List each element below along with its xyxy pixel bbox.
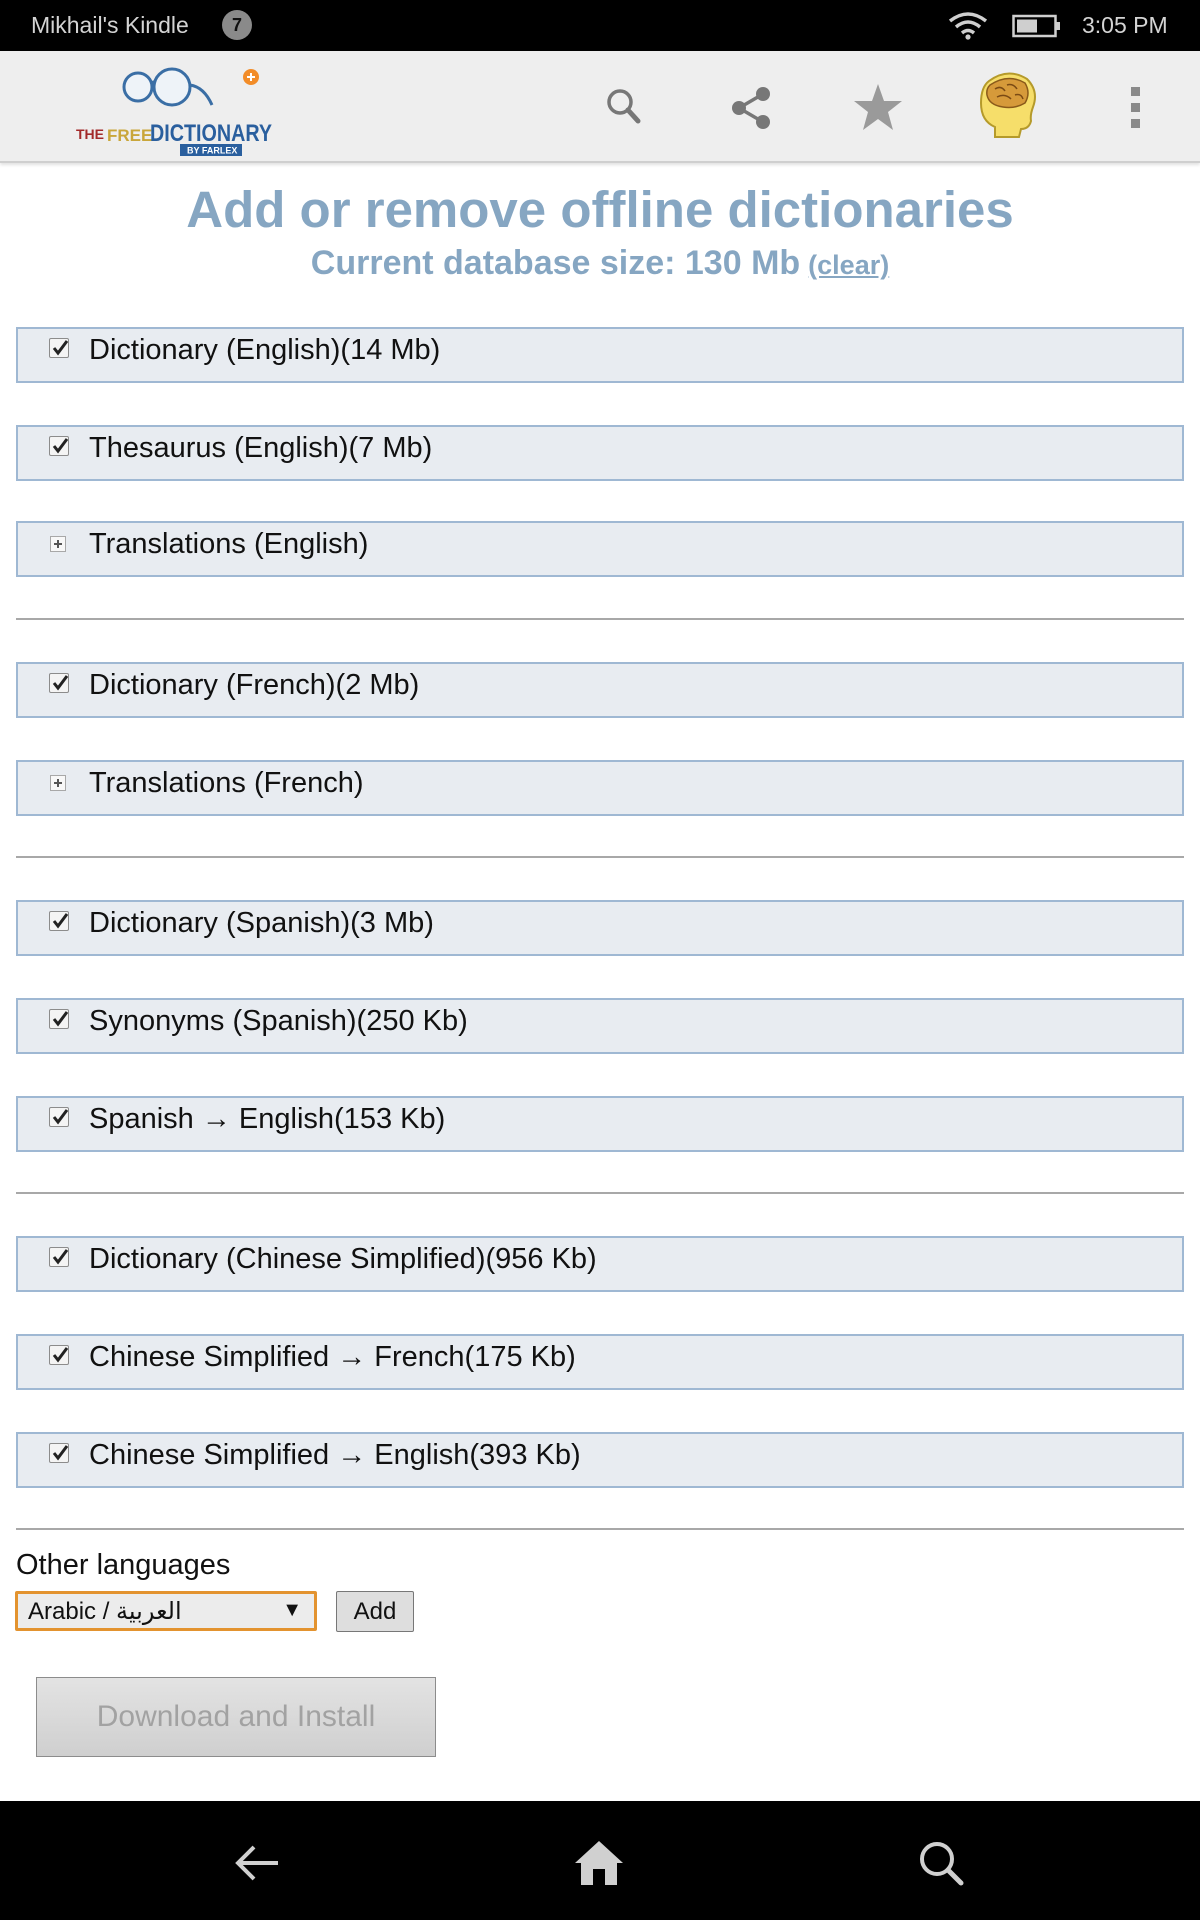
- dictionary-row[interactable]: Translations (English): [16, 521, 1184, 577]
- dropdown-arrow-icon: ▼: [282, 1599, 302, 1621]
- logo-text-the: THE: [76, 126, 104, 142]
- divider: [16, 1528, 1184, 1530]
- download-install-button[interactable]: Download and Install: [36, 1677, 436, 1757]
- checkbox[interactable]: [49, 436, 69, 456]
- divider: [16, 1192, 1184, 1194]
- wifi-icon: [948, 12, 988, 40]
- dictionary-row[interactable]: Thesaurus (English)(7 Mb): [16, 425, 1184, 481]
- home-icon[interactable]: [571, 1837, 627, 1889]
- row-label: Synonyms (Spanish)(250 Kb): [89, 1005, 468, 1037]
- page-title: Add or remove offline dictionaries: [186, 181, 1014, 238]
- page: Mikhail's Kindle 7 3:05 PM THE FREE DICT…: [0, 0, 1200, 1920]
- row-label: Thesaurus (English)(7 Mb): [89, 432, 433, 464]
- row-label: Translations (English): [89, 528, 369, 560]
- star-icon[interactable]: [848, 77, 908, 137]
- language-select[interactable]: Arabic / العربية ▼: [15, 1591, 317, 1631]
- app-toolbar: THE FREE DICTIONARY BY FARLEX: [0, 51, 1200, 163]
- row-label: Spanish → English(153 Kb): [89, 1103, 446, 1135]
- more-icon[interactable]: [1120, 77, 1150, 137]
- row-label: Chinese Simplified → English(393 Kb): [89, 1439, 581, 1471]
- dictionary-row[interactable]: Spanish → English(153 Kb): [16, 1096, 1184, 1152]
- checkbox[interactable]: [49, 1247, 69, 1267]
- dictionary-row[interactable]: Chinese Simplified → English(393 Kb): [16, 1432, 1184, 1488]
- thefreedictionary-logo[interactable]: THE FREE DICTIONARY BY FARLEX: [76, 61, 276, 156]
- checkbox[interactable]: [49, 1009, 69, 1029]
- status-bar: Mikhail's Kindle 7 3:05 PM: [0, 0, 1200, 51]
- database-size: Current database size: 130 Mb (clear): [0, 244, 1200, 283]
- divider: [16, 618, 1184, 620]
- search-icon[interactable]: [913, 1837, 969, 1889]
- notification-count-badge[interactable]: 7: [222, 10, 252, 40]
- language-select-value: Arabic / العربية: [28, 1598, 182, 1625]
- database-size-text: Current database size: 130 Mb: [310, 244, 801, 282]
- dictionary-row[interactable]: Chinese Simplified → French(175 Kb): [16, 1334, 1184, 1390]
- row-label: Dictionary (English)(14 Mb): [89, 334, 441, 366]
- expand-icon[interactable]: [50, 536, 66, 552]
- share-icon[interactable]: [721, 77, 781, 137]
- row-label: Dictionary (Chinese Simplified)(956 Kb): [89, 1243, 597, 1275]
- row-label: Chinese Simplified → French(175 Kb): [89, 1341, 576, 1373]
- brain-icon[interactable]: [975, 71, 1041, 141]
- add-language-button[interactable]: Add: [336, 1591, 414, 1632]
- clear-link[interactable]: (clear): [808, 250, 889, 280]
- logo-text-free: FREE: [107, 126, 152, 145]
- dictionary-row[interactable]: Dictionary (Chinese Simplified)(956 Kb): [16, 1236, 1184, 1292]
- dictionary-row[interactable]: Dictionary (English)(14 Mb): [16, 327, 1184, 383]
- checkbox[interactable]: [49, 673, 69, 693]
- checkbox[interactable]: [49, 1107, 69, 1127]
- checkbox[interactable]: [49, 911, 69, 931]
- checkbox[interactable]: [49, 1443, 69, 1463]
- status-time: 3:05 PM: [1082, 12, 1168, 38]
- dictionary-row[interactable]: Synonyms (Spanish)(250 Kb): [16, 998, 1184, 1054]
- navigation-bar: [0, 1801, 1200, 1920]
- row-label: Dictionary (French)(2 Mb): [89, 669, 420, 701]
- search-icon[interactable]: [594, 77, 654, 137]
- other-languages-label: Other languages: [16, 1549, 231, 1581]
- logo-text-farlex: BY FARLEX: [187, 146, 237, 156]
- device-name: Mikhail's Kindle: [31, 12, 189, 38]
- checkbox[interactable]: [49, 1345, 69, 1365]
- dictionary-row[interactable]: Translations (French): [16, 760, 1184, 816]
- dictionary-row[interactable]: Dictionary (French)(2 Mb): [16, 662, 1184, 718]
- checkbox[interactable]: [49, 338, 69, 358]
- dictionary-row[interactable]: Dictionary (Spanish)(3 Mb): [16, 900, 1184, 956]
- row-label: Translations (French): [89, 767, 364, 799]
- logo-text-dictionary: DICTIONARY: [150, 120, 272, 147]
- expand-icon[interactable]: [50, 775, 66, 791]
- battery-icon: [1012, 14, 1062, 38]
- back-arrow-icon[interactable]: [230, 1837, 286, 1889]
- divider: [16, 856, 1184, 858]
- row-label: Dictionary (Spanish)(3 Mb): [89, 907, 434, 939]
